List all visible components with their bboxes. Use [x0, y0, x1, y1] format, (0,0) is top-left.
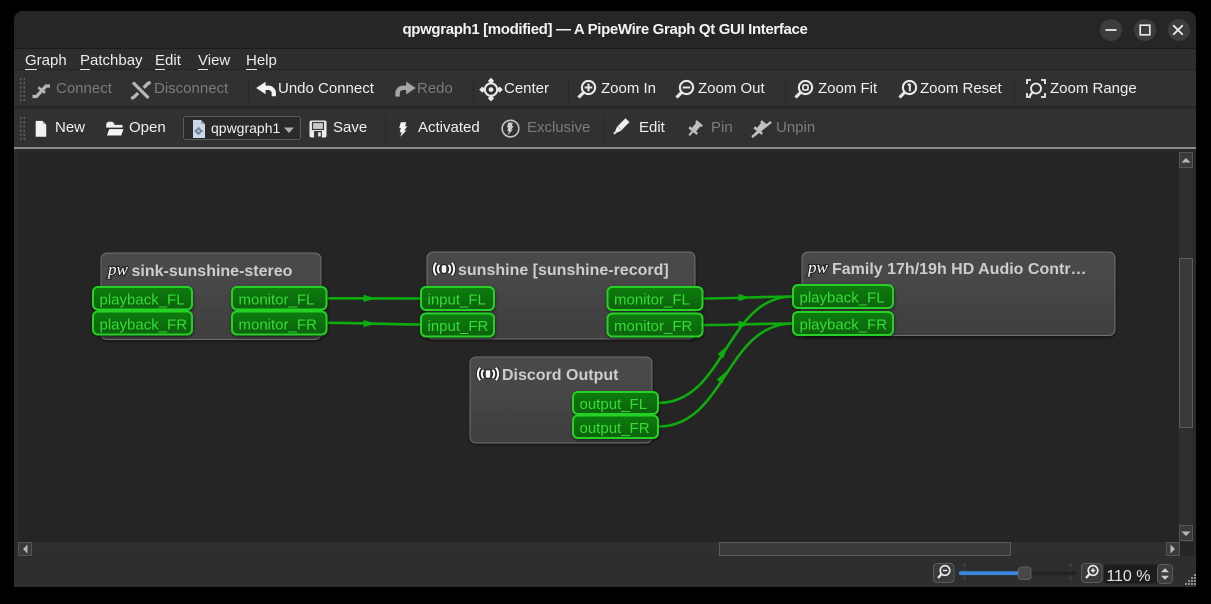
svg-text:110 %: 110 %	[1106, 568, 1150, 585]
